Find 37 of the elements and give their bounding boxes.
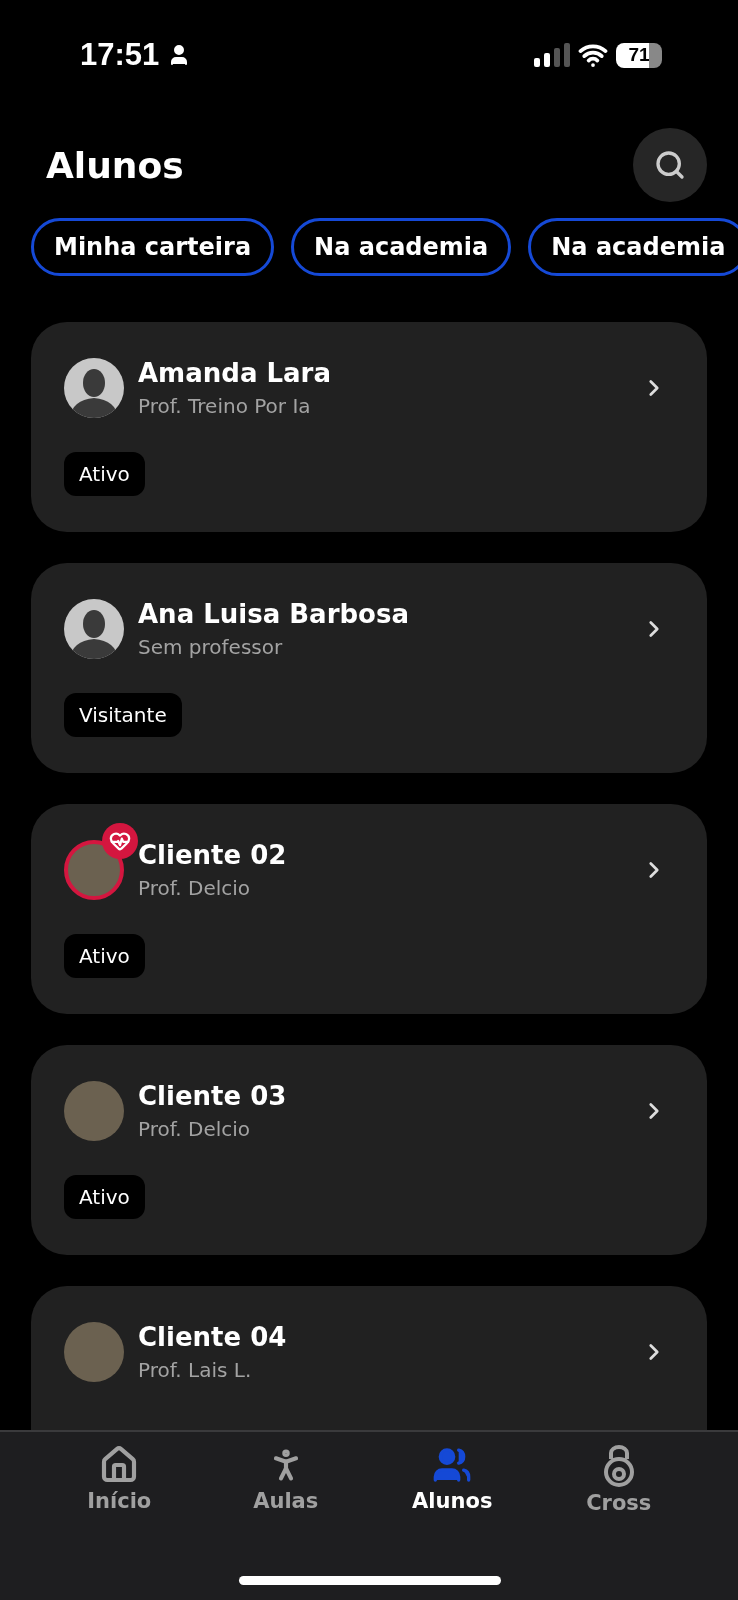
student-name: Ana Luisa Barbosa (138, 599, 410, 629)
photo-placeholder (64, 1081, 124, 1141)
student-name: Amanda Lara (138, 358, 332, 388)
teacher-name: Prof. Delcio (138, 876, 252, 900)
tab-bar-item[interactable]: Aulas (220, 1444, 351, 1530)
photo-placeholder (64, 1322, 124, 1382)
student-name: Cliente 02 (138, 840, 288, 870)
avatar-silhouette (64, 358, 124, 418)
student-card[interactable]: Ana Luisa Barbosa Sem professor Visitante (31, 563, 707, 773)
student-card[interactable]: Cliente 04 Prof. Lais L. (31, 1286, 707, 1430)
avatar-silhouette (64, 599, 124, 659)
student-name: Cliente 03 (138, 1081, 288, 1111)
status-tag: Ativo (64, 452, 145, 496)
student-name: Cliente 04 (138, 1322, 288, 1352)
status-tag: Ativo (64, 934, 145, 978)
teacher-name: Prof. Treino Por Ia (138, 394, 312, 418)
status-tag: Ativo (64, 1175, 145, 1219)
page-title: Alunos (46, 144, 184, 186)
status-tag: Visitante (64, 693, 182, 737)
status-time: 17:51 (80, 37, 160, 73)
teacher-name: Prof. Lais L. (138, 1358, 253, 1382)
tab-bar-item[interactable]: Cross (553, 1444, 684, 1530)
signal-icon (534, 43, 570, 67)
battery-indicator: 71 (616, 42, 662, 68)
teacher-name: Sem professor (138, 635, 284, 659)
student-card[interactable]: Cliente 03 Prof. Delcio Ativo (31, 1045, 707, 1255)
student-card[interactable]: Cliente 02 Prof. Delcio Ativo (31, 804, 707, 1014)
filter-chip[interactable]: Na academia (528, 218, 738, 276)
filter-chip[interactable]: Minha carteira (31, 218, 275, 276)
tab-bar-item[interactable]: Alunos (387, 1444, 518, 1530)
filter-chip[interactable]: Na academia (291, 218, 512, 276)
people-icon (432, 1445, 473, 1485)
photo-placeholder (64, 840, 124, 900)
search-icon (654, 149, 686, 181)
tab-bar-item[interactable]: Início (54, 1444, 185, 1530)
teacher-name: Prof. Delcio (138, 1117, 252, 1141)
student-card[interactable]: Amanda Lara Prof. Treino Por Ia Ativo (31, 322, 707, 532)
